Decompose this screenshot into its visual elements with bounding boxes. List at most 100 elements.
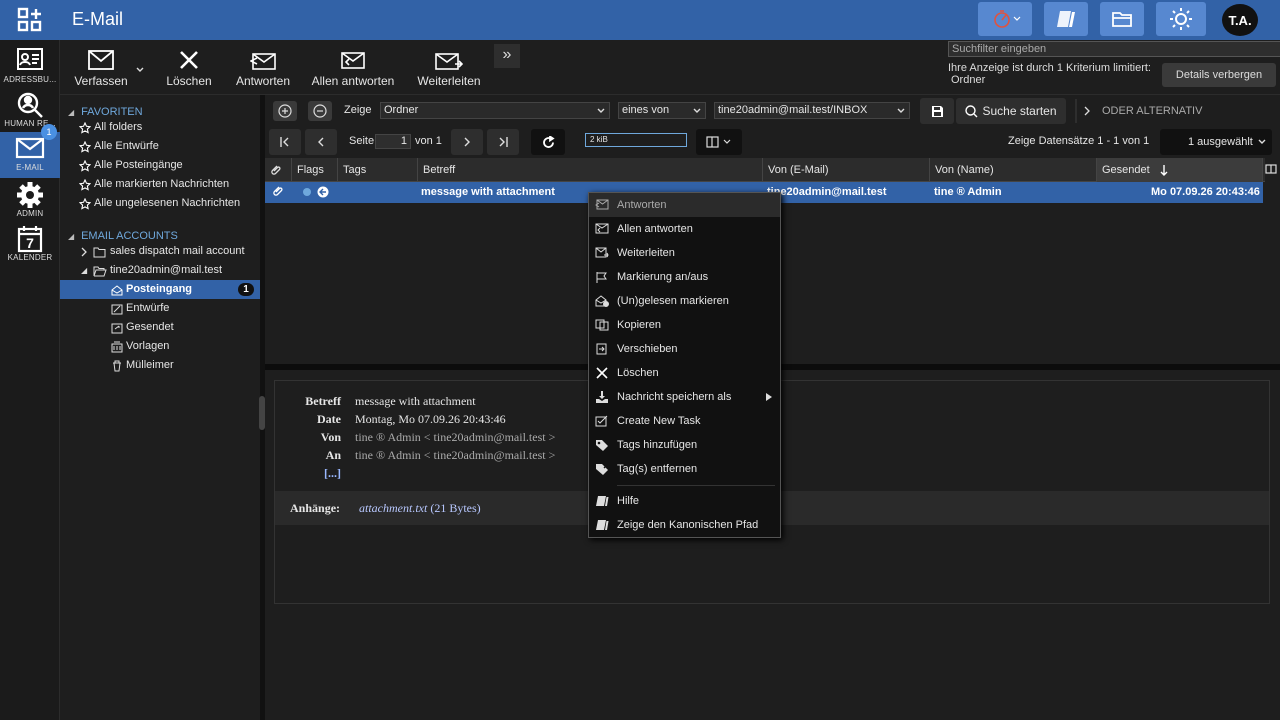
to-value[interactable]: tine ® Admin < tine20admin@mail.test >: [355, 448, 555, 463]
more-headers-link[interactable]: [...]: [275, 466, 341, 481]
unread-dot-icon[interactable]: [303, 188, 311, 196]
menu-item-help[interactable]: Hilfe: [589, 489, 780, 513]
menu-item-toggle-flag[interactable]: Markierung an/aus: [589, 265, 780, 289]
favorite-item[interactable]: All folders: [60, 118, 260, 137]
folder-trash[interactable]: Mülleimer: [60, 356, 260, 375]
column-from-email[interactable]: Von (E-Mail): [763, 158, 930, 182]
filter-value-select[interactable]: tine20admin@mail.test/INBOX: [714, 102, 910, 119]
folder-inbox[interactable]: Posteingang 1: [60, 280, 260, 299]
column-sent[interactable]: Gesendet: [1097, 158, 1263, 182]
column-from-name[interactable]: Von (Name): [930, 158, 1097, 182]
templates-icon: [111, 341, 123, 353]
favorite-item[interactable]: Alle Posteingänge: [60, 156, 260, 175]
app-grid-icon[interactable]: [16, 6, 44, 34]
timer-icon: [988, 8, 1022, 30]
menu-item-move[interactable]: Verschieben: [589, 337, 780, 361]
last-page-button[interactable]: [487, 129, 519, 155]
row-from-name: tine ® Admin: [934, 186, 1002, 198]
delete-button[interactable]: Löschen: [164, 40, 214, 95]
chevron-right-icon[interactable]: [1083, 105, 1093, 117]
folder-icon: [1111, 9, 1133, 29]
column-tags[interactable]: Tags: [338, 158, 418, 182]
menu-item-remove-tags[interactable]: Tag(s) entfernen: [589, 457, 780, 481]
menu-item-mark-read[interactable]: (Un)gelesen markieren: [589, 289, 780, 313]
folder-drafts[interactable]: Entwürfe: [60, 299, 260, 318]
reply-button[interactable]: Antworten: [232, 40, 294, 95]
favorite-item[interactable]: Alle ungelesenen Nachrichten: [60, 194, 260, 213]
menu-item-reply[interactable]: Antworten: [589, 193, 780, 217]
nav-addressbook[interactable]: ADRESSBU...: [0, 44, 60, 88]
favorites-header[interactable]: ◢ FAVORITEN: [68, 106, 143, 118]
mark-read-icon: [595, 295, 609, 307]
attachment-link[interactable]: attachment.txt (21 Bytes): [359, 501, 481, 516]
compose-dropdown[interactable]: [132, 40, 148, 95]
first-page-button[interactable]: [269, 129, 301, 155]
folder-button[interactable]: [1100, 2, 1144, 36]
compose-button[interactable]: Verfassen: [72, 40, 130, 95]
menu-item-copy[interactable]: Kopieren: [589, 313, 780, 337]
toolbar-overflow-button[interactable]: »: [494, 44, 520, 68]
from-value[interactable]: tine ® Admin < tine20admin@mail.test >: [355, 430, 555, 445]
favorite-item[interactable]: Alle markierten Nachrichten: [60, 175, 260, 194]
layout-toggle-button[interactable]: [696, 129, 742, 155]
menu-item-canonical-path[interactable]: Zeige den Kanonischen Pfad: [589, 513, 780, 537]
message-grid-header: Flags Tags Betreff Von (E-Mail) Von (Nam…: [265, 158, 1265, 182]
avatar[interactable]: T.A.: [1222, 4, 1258, 36]
brightness-icon: [1169, 7, 1193, 31]
star-icon: [79, 160, 91, 172]
selection-dropdown[interactable]: 1 ausgewählt: [1160, 129, 1272, 155]
reply-all-button[interactable]: Allen antworten: [310, 40, 396, 95]
account-item[interactable]: sales dispatch mail account: [60, 242, 260, 261]
favorite-item[interactable]: Alle Entwürfe: [60, 137, 260, 156]
tag-icon: [595, 439, 609, 451]
menu-item-create-task[interactable]: Create New Task: [589, 409, 780, 433]
menu-item-add-tags[interactable]: Tags hinzufügen: [589, 433, 780, 457]
nav-label: ADMIN: [16, 209, 44, 218]
collapse-triangle-icon: ◢: [68, 232, 75, 241]
folder-templates[interactable]: Vorlagen: [60, 337, 260, 356]
forward-button[interactable]: Weiterleiten: [414, 40, 484, 95]
close-icon: [179, 50, 199, 70]
star-icon: [79, 122, 91, 134]
minus-circle-icon: [313, 104, 327, 118]
hide-details-button[interactable]: Details verbergen: [1162, 63, 1276, 87]
save-filter-button[interactable]: [920, 98, 954, 124]
book-button[interactable]: [1044, 2, 1088, 36]
search-input[interactable]: Suchfilter eingeben: [948, 41, 1280, 57]
refresh-button[interactable]: [531, 129, 565, 155]
nav-admin[interactable]: ADMIN: [0, 178, 60, 222]
nav-email[interactable]: 1 E-MAIL: [0, 124, 60, 178]
brightness-button[interactable]: [1156, 2, 1206, 36]
menu-item-forward[interactable]: Weiterleiten: [589, 241, 780, 265]
column-attachment[interactable]: [265, 158, 292, 182]
or-alternative-link[interactable]: ODER ALTERNATIV: [1102, 105, 1202, 117]
filter-operator-select[interactable]: eines von: [618, 102, 706, 119]
prev-page-button[interactable]: [305, 129, 337, 155]
forward-icon: [595, 247, 609, 259]
next-page-button[interactable]: [451, 129, 483, 155]
tag-remove-icon: [595, 463, 609, 475]
start-search-button[interactable]: Suche starten: [956, 98, 1066, 124]
timer-button[interactable]: [978, 2, 1032, 36]
menu-item-delete[interactable]: Löschen: [589, 361, 780, 385]
remove-filter-button[interactable]: [308, 101, 332, 121]
collapse-triangle-icon: ◢: [68, 108, 75, 117]
page-number-input[interactable]: 1: [375, 134, 411, 149]
splitter-grip[interactable]: [259, 396, 265, 430]
account-item[interactable]: ◢ tine20admin@mail.test: [60, 261, 260, 280]
menu-item-save-as[interactable]: Nachricht speichern als: [589, 385, 780, 409]
filter-field-select[interactable]: Ordner: [380, 102, 610, 119]
add-filter-button[interactable]: [273, 101, 297, 121]
folder-sent[interactable]: Gesendet: [60, 318, 260, 337]
flag-icon: [595, 271, 609, 283]
column-flags[interactable]: Flags: [292, 158, 338, 182]
row-from-email: tine20admin@mail.test: [767, 186, 887, 198]
chevron-right-icon: [80, 246, 88, 258]
nav-calendar[interactable]: 7 KALENDER: [0, 222, 60, 266]
reply-status-icon: [317, 186, 329, 207]
filesize-indicator: 2 kiB: [585, 133, 687, 147]
column-chooser-icon[interactable]: [1265, 163, 1277, 175]
menu-item-reply-all[interactable]: Allen antworten: [589, 217, 780, 241]
column-subject[interactable]: Betreff: [418, 158, 763, 182]
accounts-header[interactable]: ◢ EMAIL ACCOUNTS: [68, 230, 178, 242]
